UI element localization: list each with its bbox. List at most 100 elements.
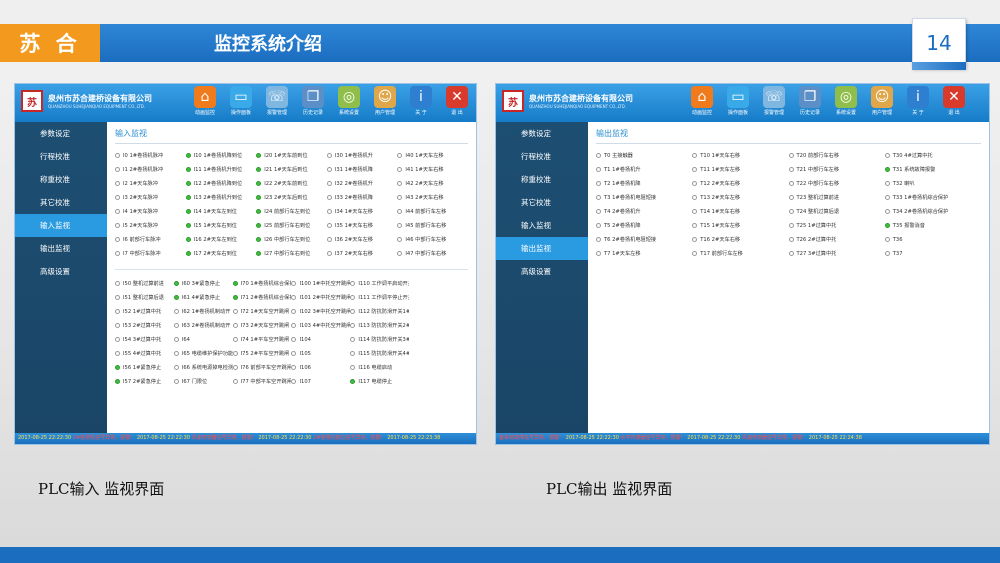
sidebar-item[interactable]: 输出监视 (496, 237, 588, 260)
io-point-label: I11 1#卷扬机升到位 (193, 167, 243, 173)
output-monitor-screenshot: 苏 泉州市苏合建桥设备有限公司 QUANZHOU SUHEJIANQIAO EQ… (495, 83, 990, 445)
io-point-label: T2 1#卷扬机降 (604, 181, 641, 187)
sidebar-item[interactable]: 行程校准 (496, 145, 588, 168)
toolbar-button-info[interactable]: i 关 于 (403, 86, 439, 116)
io-point-label: T26 2#过算中托 (796, 237, 837, 243)
status-off-indicator (232, 365, 238, 370)
io-point: I73 2#天车空开跳闸 (232, 320, 292, 331)
alarm-time: 2017-08-25 22:22:30 (687, 435, 741, 441)
sidebar-item[interactable]: 输出监视 (15, 237, 107, 260)
io-point-label: T30 4#过算中托 (892, 153, 933, 159)
toolbar-label: 系统设置 (835, 110, 856, 116)
status-off-indicator (291, 309, 297, 314)
sidebar-item[interactable]: 输入监视 (15, 214, 107, 237)
io-point-label: I114 防抗防滑开关3# (358, 337, 410, 343)
toolbar-label: 系统设置 (338, 110, 359, 116)
status-off-indicator (173, 351, 179, 356)
io-point: T23 整机过算前进 (788, 192, 885, 203)
io-point-label: I73 2#天车空开跳闸 (240, 323, 290, 329)
sidebar-item[interactable]: 参数设定 (496, 122, 588, 145)
status-off-indicator (291, 323, 297, 328)
io-point-label: T17 前部行车左移 (700, 251, 743, 257)
io-point-label: I52 1#过算中托 (123, 309, 162, 315)
sidebar-item[interactable]: 高级设置 (496, 260, 588, 283)
alarm-message: 水平传感器信号异常，报警! (620, 435, 683, 441)
io-point: I46 中部行车左移 (397, 234, 468, 245)
io-point-label: T22 中部行车右移 (796, 181, 840, 187)
io-point-label: I4 1#天车脉冲 (123, 209, 158, 215)
toolbar-button-settings[interactable]: ◎ 系统设置 (828, 86, 864, 116)
io-point: I31 1#卷扬机降 (326, 164, 398, 175)
status-off-indicator (115, 223, 120, 228)
io-point: I102 3#中托空开跳闸 (291, 306, 350, 317)
status-off-indicator (788, 223, 794, 228)
io-point: T31 系统故障报警 (884, 164, 981, 175)
sidebar-item[interactable]: 其它校准 (15, 191, 107, 214)
monitor-icon: ▭ (727, 86, 749, 108)
sidebar-item[interactable]: 输入监视 (496, 214, 588, 237)
io-point: I54 3#过算中托 (115, 334, 174, 345)
toolbar-button-home[interactable]: ⌂ 动画监控 (187, 86, 223, 116)
status-on-indicator (185, 195, 191, 200)
status-off-indicator (692, 209, 698, 214)
io-point: I44 前部行车左移 (397, 206, 468, 217)
toolbar-button-home[interactable]: ⌂ 动画监控 (684, 86, 720, 116)
io-point-label: T20 前部行车右移 (796, 153, 840, 159)
sidebar-item[interactable]: 参数设定 (15, 122, 107, 145)
status-off-indicator (232, 337, 238, 342)
alarm-status-bar: 备系统故障信号异常，报警! 2017-08-25 22:22:30 水平传感器信… (496, 433, 989, 444)
toolbar-button-monitor[interactable]: ▭ 操作面板 (223, 86, 259, 116)
toolbar-button-settings[interactable]: ◎ 系统设置 (331, 86, 367, 116)
toolbar-button-monitor[interactable]: ▭ 操作面板 (720, 86, 756, 116)
io-point: T4 2#卷扬机升 (596, 206, 692, 217)
io-point: I6 前部行车脉冲 (115, 234, 186, 245)
io-point: I43 2#天车右移 (397, 192, 468, 203)
sidebar-item[interactable]: 行程校准 (15, 145, 107, 168)
status-off-indicator (173, 365, 179, 370)
io-point-label: I117 电缆停止 (358, 379, 393, 385)
app-header: 苏 泉州市苏合建桥设备有限公司 QUANZHOU SUHEJIANQIAO EQ… (15, 84, 476, 122)
io-point: I1 2#卷扬机脉冲 (115, 164, 186, 175)
io-point-label: I66 系统电源掉电检测 (181, 365, 233, 371)
status-on-indicator (185, 181, 191, 186)
status-off-indicator (115, 181, 120, 186)
status-off-indicator (692, 237, 698, 242)
info-icon: i (410, 86, 432, 108)
toolbar-button-user[interactable]: ☺ 用户管理 (367, 86, 403, 116)
io-point: I5 2#天车脉冲 (115, 220, 186, 231)
sidebar-item[interactable]: 称重校准 (15, 168, 107, 191)
status-on-indicator (185, 153, 191, 158)
io-point: I100 1#中托空开跳闸 (291, 278, 350, 289)
io-point-label: I105 (299, 350, 311, 357)
sidebar-item[interactable]: 称重校准 (496, 168, 588, 191)
io-point: I117 电缆停止 (350, 376, 409, 387)
io-point: I30 1#卷扬机升 (326, 150, 398, 161)
toolbar-label: 报警管理 (266, 110, 287, 116)
status-off-indicator (326, 153, 332, 158)
io-point: I16 2#天车左到位 (185, 234, 257, 245)
top-strip (0, 0, 1000, 24)
io-point: I116 电缆启动 (350, 362, 409, 373)
toolbar-button-alarm[interactable]: ☏ 报警管理 (756, 86, 792, 116)
brand-box: 苏 合 (0, 24, 100, 62)
alarm-message: 风速传感器信号异常，报警! (742, 435, 805, 441)
toolbar-button-exit[interactable]: ✕ 退 出 (936, 86, 972, 116)
toolbar-button-alarm[interactable]: ☏ 报警管理 (259, 86, 295, 116)
sidebar-item[interactable]: 其它校准 (496, 191, 588, 214)
io-point: I14 1#天车左到位 (185, 206, 257, 217)
io-point: I61 4#紧急停止 (173, 292, 233, 303)
status-on-indicator (256, 223, 262, 228)
status-off-indicator (115, 167, 120, 172)
sidebar-item[interactable]: 高级设置 (15, 260, 107, 283)
io-point: I17 2#天车右到位 (185, 248, 257, 259)
toolbar-button-history[interactable]: ❐ 历史记录 (792, 86, 828, 116)
toolbar-button-user[interactable]: ☺ 用户管理 (864, 86, 900, 116)
io-point-label: T31 系统故障报警 (892, 167, 936, 173)
toolbar-button-exit[interactable]: ✕ 退 出 (439, 86, 475, 116)
toolbar-button-info[interactable]: i 关 于 (900, 86, 936, 116)
toolbar: ⌂ 动画监控 ▭ 操作面板 ☏ 报警管理 ❐ 历史记录 ◎ 系统设置 ☺ 用户管理 i 关 于 ✕ 退 出 (187, 86, 475, 116)
home-icon: ⌂ (691, 86, 713, 108)
toolbar-button-history[interactable]: ❐ 历史记录 (295, 86, 331, 116)
io-point (409, 278, 468, 289)
io-point-label: T24 整机过算后退 (796, 209, 840, 215)
